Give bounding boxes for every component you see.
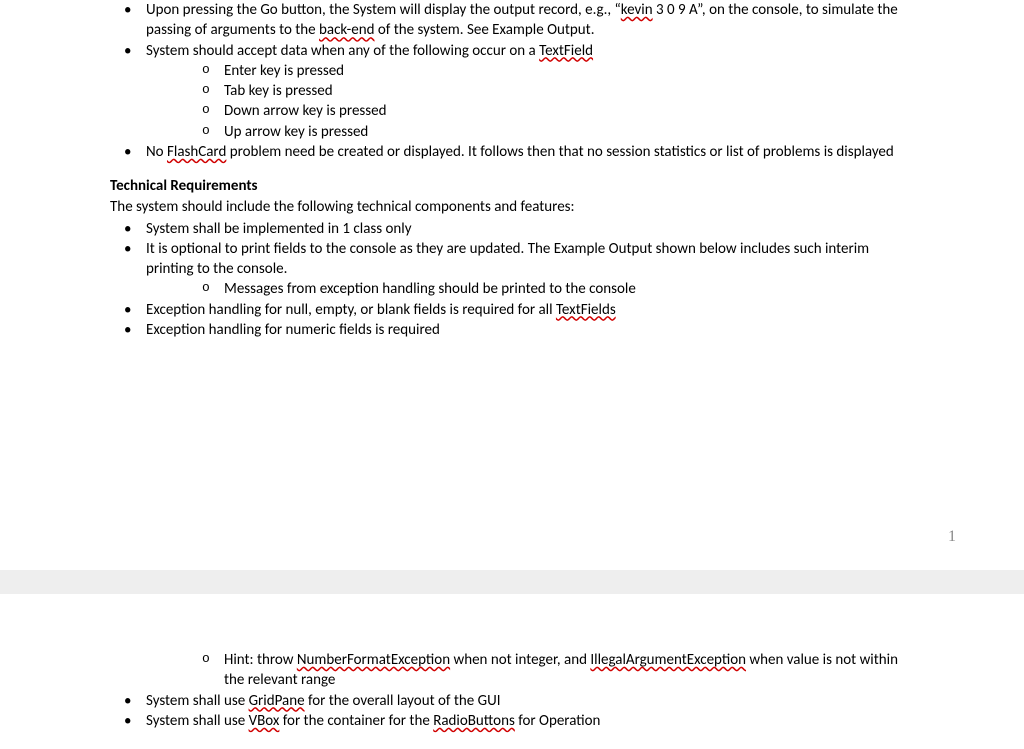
requirements-list: Upon pressing the Go button, the System … <box>110 0 914 162</box>
list-item: System should accept data when any of th… <box>110 41 914 142</box>
section-intro: The system should include the following … <box>110 197 914 217</box>
list-item: Exception handling for numeric fields is… <box>110 320 914 340</box>
text: for the container for the <box>279 712 433 730</box>
spell-error: RadioButtons <box>433 712 515 730</box>
sub-list: Enter key is pressed Tab key is pressed … <box>146 61 914 142</box>
text: Down arrow key is pressed <box>224 102 386 120</box>
spell-error: GridPane <box>249 692 305 710</box>
text: for Operation <box>515 712 601 730</box>
hidden-parent-bullet: Hint: throw NumberFormatException when n… <box>110 650 914 691</box>
text: Enter key is pressed <box>224 62 344 80</box>
sub-list: Messages from exception handling should … <box>146 279 914 299</box>
text: Exception handling for numeric fields is… <box>146 321 440 339</box>
text: when not integer, and <box>450 651 590 669</box>
list-item: Down arrow key is pressed <box>146 101 914 121</box>
list-item: It is optional to print fields to the co… <box>110 239 914 300</box>
continued-bullets: System shall use GridPane for the overal… <box>110 691 914 732</box>
text: System shall use <box>146 692 249 710</box>
sub-list: Hint: throw NumberFormatException when n… <box>146 650 914 691</box>
spell-error: back-end <box>319 21 374 39</box>
list-item: Messages from exception handling should … <box>146 279 914 299</box>
text: for the overall layout of the GUI <box>305 692 501 710</box>
text: Tab key is pressed <box>224 82 333 100</box>
document-page-2: Hint: throw NumberFormatException when n… <box>0 594 1024 749</box>
spell-error: TextField <box>539 42 593 60</box>
text: System shall use <box>146 712 249 730</box>
text: of the system. See Example Output. <box>375 21 595 39</box>
spell-error: VBox <box>249 712 280 730</box>
spell-error: TextFields <box>556 301 616 319</box>
text: Messages from exception handling should … <box>224 280 636 298</box>
page-number: 1 <box>948 526 956 548</box>
text: Hint: throw <box>224 651 297 669</box>
text: It is optional to print fields to the co… <box>146 240 869 278</box>
list-item: Enter key is pressed <box>146 61 914 81</box>
list-item: Hint: throw NumberFormatException when n… <box>146 650 914 691</box>
text: System should accept data when any of th… <box>146 42 539 60</box>
list-item: Up arrow key is pressed <box>146 122 914 142</box>
document-page-1: Upon pressing the Go button, the System … <box>0 0 1024 570</box>
spell-error: FlashCard <box>167 143 226 161</box>
text: No <box>146 143 167 161</box>
list-item: System shall use VBox for the container … <box>110 711 914 731</box>
text: System shall be implemented in 1 class o… <box>146 220 412 238</box>
text: Upon pressing the Go button, the System … <box>146 1 621 19</box>
list-item: System shall be implemented in 1 class o… <box>110 219 914 239</box>
list-item: No FlashCard problem need be created or … <box>110 142 914 162</box>
list-item: Upon pressing the Go button, the System … <box>110 0 914 41</box>
continued-list: Hint: throw NumberFormatException when n… <box>110 650 914 691</box>
list-item: Tab key is pressed <box>146 81 914 101</box>
spell-error: kevin <box>621 1 653 19</box>
section-heading: Technical Requirements <box>110 176 914 196</box>
spell-error: IllegalArgumentException <box>590 651 746 669</box>
text: Exception handling for null, empty, or b… <box>146 301 556 319</box>
text: Up arrow key is pressed <box>224 123 368 141</box>
spell-error: NumberFormatException <box>297 651 450 669</box>
list-item: System shall use GridPane for the overal… <box>110 691 914 711</box>
technical-requirements-list: System shall be implemented in 1 class o… <box>110 219 914 341</box>
list-item: Exception handling for null, empty, or b… <box>110 300 914 320</box>
text: problem need be created or displayed. It… <box>226 143 893 161</box>
